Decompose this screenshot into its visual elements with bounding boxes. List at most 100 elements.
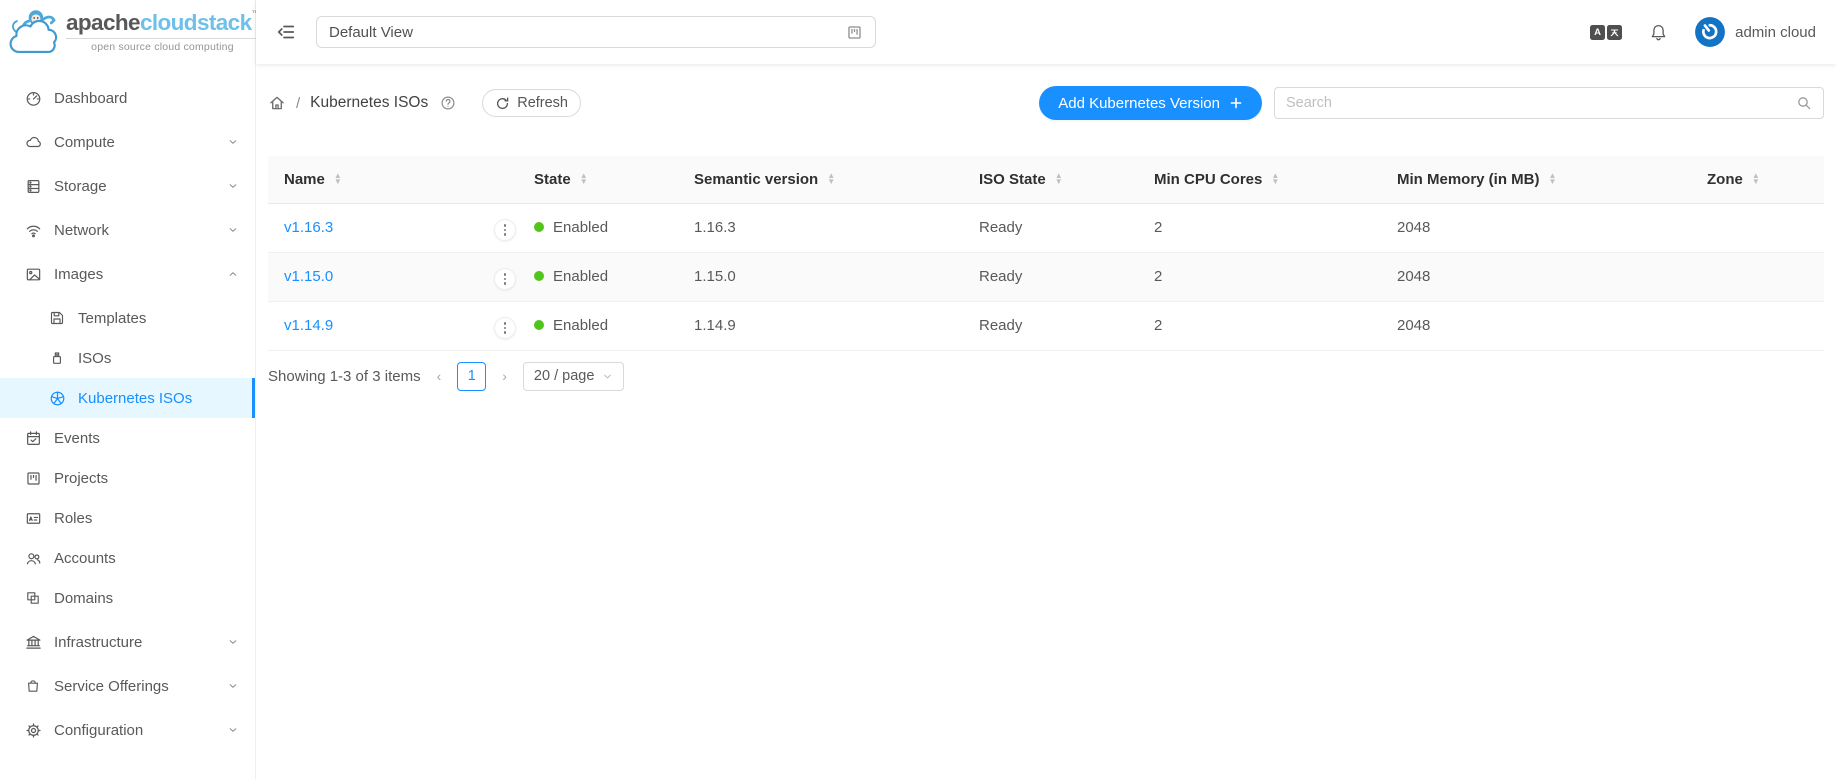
- sidebar-item-images[interactable]: Images: [0, 254, 255, 294]
- sort-carets-icon: ▲▼: [580, 173, 588, 186]
- app-layout: apachecloudstack™ open source cloud comp…: [0, 0, 1836, 779]
- add-kubernetes-version-label: Add Kubernetes Version: [1058, 95, 1220, 112]
- sidebar-item-label: Kubernetes ISOs: [78, 390, 192, 407]
- column-label: Min CPU Cores: [1154, 171, 1262, 188]
- row-state: Enabled: [553, 317, 608, 334]
- refresh-button[interactable]: Refresh: [482, 89, 581, 117]
- project-icon: [846, 24, 863, 41]
- language-icon-a: A: [1590, 25, 1605, 40]
- page-header-actions: Add Kubernetes Version: [1039, 86, 1824, 120]
- kubernetes-isos-table: Name▲▼ State ▲▼ Semantic version ▲▼ ISO State…: [268, 156, 1824, 351]
- project-view-value: Default View: [329, 24, 413, 41]
- usb-icon: [48, 349, 66, 367]
- project-view-selector[interactable]: Default View: [316, 16, 876, 48]
- row-name-link[interactable]: v1.16.3: [284, 219, 333, 236]
- sidebar-item-configuration[interactable]: Configuration: [0, 710, 255, 750]
- row-actions-icon[interactable]: [494, 317, 516, 339]
- user-name[interactable]: admin cloud: [1735, 24, 1816, 41]
- language-icon-cjk: [1607, 25, 1622, 40]
- row-min-memory: 2048: [1381, 203, 1691, 252]
- shopping-icon: [24, 677, 42, 695]
- bank-icon: [24, 633, 42, 651]
- sort-carets-icon: ▲▼: [827, 173, 835, 186]
- column-label: Name: [284, 171, 325, 188]
- column-header-semantic_version[interactable]: Semantic version ▲▼: [678, 156, 963, 203]
- page-size-select[interactable]: 20 / page: [523, 362, 624, 391]
- sidebar-item-isos[interactable]: ISOs: [0, 338, 255, 378]
- sidebar-item-label: Network: [54, 222, 109, 239]
- database-icon: [24, 177, 42, 195]
- row-min-cpu: 2: [1138, 203, 1381, 252]
- user-avatar[interactable]: [1695, 17, 1725, 47]
- sidebar-item-storage[interactable]: Storage: [0, 166, 255, 206]
- page-title: Kubernetes ISOs: [310, 94, 428, 112]
- column-header-state[interactable]: State ▲▼: [518, 156, 678, 203]
- pagination-page-1[interactable]: 1: [457, 362, 486, 391]
- row-zone: [1691, 203, 1824, 252]
- chevron-down-icon: [602, 371, 613, 382]
- column-label: Semantic version: [694, 171, 818, 188]
- brand-tagline: open source cloud computing: [66, 38, 259, 53]
- idcard-icon: [24, 509, 42, 527]
- help-icon[interactable]: [440, 95, 456, 111]
- search-box: [1274, 87, 1824, 119]
- breadcrumb-separator: /: [296, 95, 300, 112]
- row-min-cpu: 2: [1138, 301, 1381, 350]
- row-semantic-version: 1.16.3: [678, 203, 963, 252]
- sidebar-item-events[interactable]: Events: [0, 418, 255, 458]
- sidebar-item-kubernetes-isos[interactable]: Kubernetes ISOs: [0, 378, 255, 418]
- pagination-prev-icon[interactable]: ‹: [435, 368, 444, 384]
- table-body: v1.16.3Enabled1.16.3Ready22048v1.15.0Ena…: [268, 203, 1824, 350]
- sidebar-item-label: Compute: [54, 134, 115, 151]
- sidebar-item-dashboard[interactable]: Dashboard: [0, 78, 255, 118]
- status-dot: [534, 271, 544, 281]
- sidebar-item-label: Domains: [54, 590, 113, 607]
- column-header-actions: [478, 156, 518, 203]
- table-row: v1.16.3Enabled1.16.3Ready22048: [268, 203, 1824, 252]
- language-icon[interactable]: A: [1590, 25, 1622, 40]
- sidebar-item-label: Templates: [78, 310, 146, 327]
- row-actions-icon[interactable]: [494, 219, 516, 241]
- setting-icon: [24, 721, 42, 739]
- sidebar-item-label: Roles: [54, 510, 92, 527]
- sidebar-item-service-offerings[interactable]: Service Offerings: [0, 666, 255, 706]
- sidebar-item-label: Accounts: [54, 550, 116, 567]
- column-header-zone[interactable]: Zone▲▼: [1691, 156, 1824, 203]
- column-header-name[interactable]: Name▲▼: [268, 156, 478, 203]
- column-header-min_cpu[interactable]: Min CPU Cores▲▼: [1138, 156, 1381, 203]
- sidebar-item-network[interactable]: Network: [0, 210, 255, 250]
- notifications-bell-icon[interactable]: [1649, 23, 1668, 42]
- row-name-link[interactable]: v1.15.0: [284, 268, 333, 285]
- add-kubernetes-version-button[interactable]: Add Kubernetes Version: [1039, 86, 1262, 120]
- sidebar-item-compute[interactable]: Compute: [0, 122, 255, 162]
- cloudstack-logo: apachecloudstack™ open source cloud comp…: [0, 0, 255, 64]
- pagination-next-icon[interactable]: ›: [500, 368, 509, 384]
- sidebar-item-roles[interactable]: Roles: [0, 498, 255, 538]
- sidebar-item-label: Service Offerings: [54, 678, 169, 695]
- search-input[interactable]: [1286, 95, 1796, 111]
- brand-cloudstack: cloudstack: [140, 10, 252, 35]
- sidebar-item-accounts[interactable]: Accounts: [0, 538, 255, 578]
- sidebar-item-projects[interactable]: Projects: [0, 458, 255, 498]
- search-icon[interactable]: [1796, 95, 1812, 111]
- home-icon[interactable]: [268, 94, 286, 112]
- sidebar-collapse-icon[interactable]: [276, 22, 296, 42]
- row-semantic-version: 1.15.0: [678, 252, 963, 301]
- column-header-iso_state[interactable]: ISO State▲▼: [963, 156, 1138, 203]
- row-min-cpu: 2: [1138, 252, 1381, 301]
- schedule-icon: [24, 429, 42, 447]
- chevron-down-icon: [227, 180, 239, 192]
- topbar: Default View A: [256, 0, 1836, 64]
- sidebar-item-templates[interactable]: Templates: [0, 298, 255, 338]
- column-label: State: [534, 171, 571, 188]
- row-name-link[interactable]: v1.14.9: [284, 317, 333, 334]
- kubernetes-icon: [48, 389, 66, 407]
- pagination: Showing 1-3 of 3 items ‹ 1 › 20 / page: [268, 362, 1824, 391]
- chevron-down-icon: [227, 724, 239, 736]
- sidebar-item-infrastructure[interactable]: Infrastructure: [0, 622, 255, 662]
- sidebar-item-domains[interactable]: Domains: [0, 578, 255, 618]
- column-header-min_memory[interactable]: Min Memory (in MB)▲▼: [1381, 156, 1691, 203]
- refresh-label: Refresh: [517, 95, 568, 111]
- row-actions-icon[interactable]: [494, 268, 516, 290]
- table-row: v1.15.0Enabled1.15.0Ready22048: [268, 252, 1824, 301]
